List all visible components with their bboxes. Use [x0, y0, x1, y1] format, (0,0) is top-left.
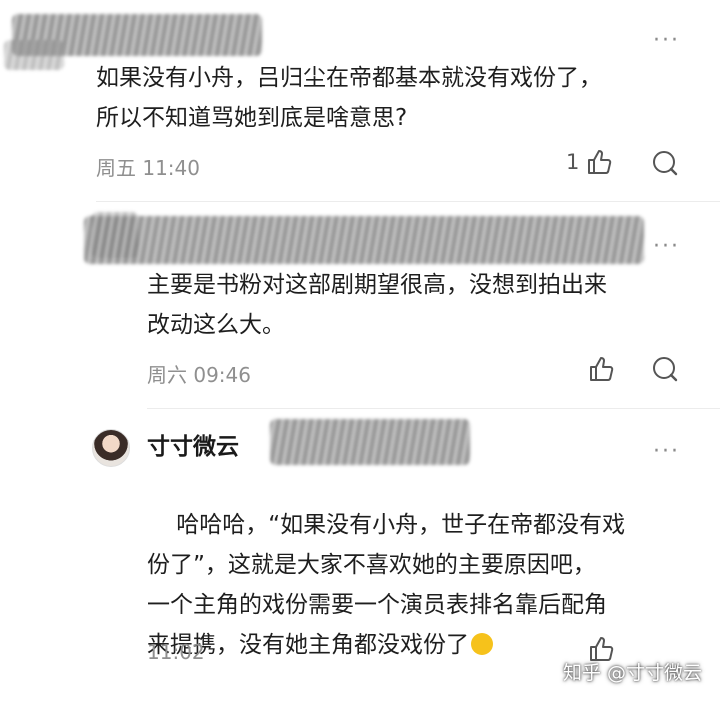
redacted-badge [270, 419, 470, 465]
thumbs-up-icon [590, 357, 614, 381]
thumbs-up-icon [588, 150, 612, 174]
like-button[interactable] [587, 355, 615, 383]
reply-button[interactable] [651, 355, 679, 387]
comment-time: 11:02 [147, 640, 205, 664]
reply-bubble-icon [653, 151, 678, 176]
reply-bubble-icon [653, 357, 678, 382]
reply-button[interactable] [651, 149, 679, 181]
comment-3: 寸寸微云 ··· 哈哈哈，“如果没有小舟，世子在帝都没有戏 份了”，这就是大家不… [0, 409, 720, 697]
more-options-icon[interactable]: ··· [653, 441, 680, 463]
more-options-icon[interactable]: ··· [653, 236, 680, 258]
like-count: 1 [566, 150, 580, 174]
redacted-username [84, 216, 644, 264]
comment-time: 周五 11:40 [96, 156, 200, 180]
username[interactable]: 寸寸微云 [147, 427, 239, 461]
comment-body: 哈哈哈，“如果没有小舟，世子在帝都没有戏 份了”，这就是大家不喜欢她的主要原因吧… [147, 512, 626, 658]
more-options-icon[interactable]: ··· [653, 30, 680, 52]
comment-2: ··· 主要是书粉对这部剧期望很高，没想到拍出来 改动这么大。 周六 09:46 [0, 202, 720, 412]
like-button[interactable]: 1 [566, 148, 613, 176]
laughing-crying-emoji-icon [471, 633, 493, 655]
comment-text: 主要是书粉对这部剧期望很高，没想到拍出来 改动这么大。 [147, 272, 607, 338]
avatar[interactable] [92, 429, 130, 467]
comment-text: 如果没有小舟，吕归尘在帝都基本就没有戏份了， 所以不知道骂她到底是啥意思? [96, 65, 602, 131]
redacted-avatar [4, 40, 64, 70]
comment-time: 周六 09:46 [147, 363, 251, 387]
redacted-avatar [92, 212, 138, 258]
watermark: 知乎 @寸寸微云 [562, 662, 702, 684]
comment-1: ··· 如果没有小舟，吕归尘在帝都基本就没有戏份了， 所以不知道骂她到底是啥意思… [0, 0, 720, 200]
